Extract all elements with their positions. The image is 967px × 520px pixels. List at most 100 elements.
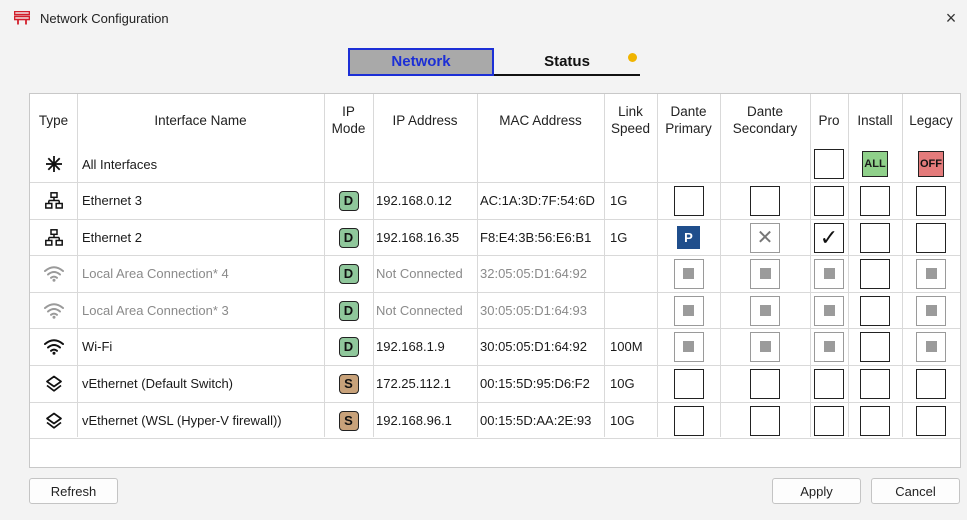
ip-mode-cell: S — [324, 365, 373, 402]
all-legacy-cell: OFF — [902, 146, 960, 182]
column-header-legacy: Legacy — [909, 112, 953, 128]
legacy-checkbox — [916, 331, 946, 362]
dante-primary-cell — [657, 182, 720, 219]
cancel-button[interactable]: Cancel — [871, 478, 960, 504]
primary-selected-badge: P — [677, 226, 700, 249]
ip-mode-cell: D — [324, 219, 373, 256]
dante-secondary-cell — [720, 365, 810, 402]
link-speed: 1G — [610, 193, 628, 208]
legacy-cell — [902, 255, 960, 292]
dante-secondary-checkbox[interactable] — [750, 405, 780, 436]
dante-primary-checkbox — [673, 331, 704, 362]
ethernet-icon — [30, 182, 77, 219]
pro-checkbox[interactable] — [814, 185, 844, 216]
legacy-off-button[interactable]: OFF — [918, 151, 944, 177]
legacy-cell — [902, 182, 960, 219]
wifi-icon — [30, 255, 77, 292]
legacy-checkbox[interactable] — [916, 405, 946, 436]
disabled-indicator — [925, 268, 937, 279]
link-speed: 100M — [610, 339, 643, 354]
dhcp-mode-badge[interactable]: D — [338, 227, 359, 248]
column-header-dante-secondary: Dante Secondary — [732, 104, 798, 136]
disabled-indicator — [823, 305, 835, 316]
legacy-checkbox — [916, 295, 946, 326]
dante-secondary-checkbox — [750, 295, 780, 326]
mac-address: 00:15:5D:AA:2E:93 — [480, 413, 592, 428]
interface-name: vEthernet (Default Switch) — [82, 376, 234, 391]
dante-secondary-checkbox[interactable] — [750, 368, 780, 399]
ip-mode-cell: D — [324, 255, 373, 292]
dhcp-mode-badge[interactable]: D — [338, 263, 359, 284]
ip-address: 192.168.96.1 — [376, 413, 452, 428]
title-bar: Network Configuration × — [0, 0, 967, 38]
mac-address: AC:1A:3D:7F:54:6D — [480, 193, 595, 208]
interface-name: Ethernet 2 — [82, 230, 142, 245]
dhcp-mode-badge[interactable]: D — [338, 336, 359, 357]
disabled-indicator — [925, 305, 937, 316]
dante-secondary-checkbox[interactable]: ✕ — [750, 222, 780, 253]
tab-status[interactable]: Status — [494, 48, 640, 76]
legacy-cell — [902, 365, 960, 402]
install-checkbox[interactable] — [860, 405, 890, 436]
install-checkbox[interactable] — [860, 295, 890, 326]
install-checkbox[interactable] — [860, 368, 890, 399]
dhcp-mode-badge[interactable]: D — [338, 300, 359, 321]
legacy-cell — [902, 328, 960, 365]
mac-address: 32:05:05:D1:64:92 — [480, 266, 587, 281]
dante-secondary-checkbox — [750, 331, 780, 362]
legacy-checkbox[interactable] — [916, 185, 946, 216]
dante-secondary-cell — [720, 328, 810, 365]
install-checkbox[interactable] — [860, 222, 890, 253]
all-interfaces-label: All Interfaces — [82, 156, 158, 172]
disabled-indicator — [759, 268, 771, 279]
disabled-indicator — [823, 341, 835, 352]
dante-secondary-checkbox[interactable] — [750, 185, 780, 216]
wifi-icon — [30, 328, 77, 365]
static-mode-badge[interactable]: S — [338, 373, 359, 394]
pro-checkbox[interactable] — [814, 405, 844, 436]
ip-mode-cell: D — [324, 182, 373, 219]
link-speed: 10G — [610, 376, 635, 391]
install-checkbox[interactable] — [860, 258, 890, 289]
static-mode-badge[interactable]: S — [338, 410, 359, 431]
dante-secondary-cell — [720, 182, 810, 219]
dante-primary-checkbox[interactable] — [673, 368, 704, 399]
dante-primary-checkbox[interactable] — [673, 185, 704, 216]
refresh-button[interactable]: Refresh — [29, 478, 118, 504]
install-cell — [848, 182, 902, 219]
pro-checkbox[interactable]: ✓ — [814, 222, 844, 253]
disabled-indicator — [759, 341, 771, 352]
ethernet-icon — [30, 219, 77, 256]
install-cell — [848, 365, 902, 402]
dhcp-mode-badge[interactable]: D — [338, 190, 359, 211]
install-checkbox[interactable] — [860, 185, 890, 216]
pro-checkbox — [814, 258, 844, 289]
all-pro-checkbox[interactable] — [814, 149, 844, 179]
pro-cell — [810, 402, 848, 439]
pro-cell — [810, 328, 848, 365]
link-speed — [604, 292, 657, 329]
ip-mode-cell: S — [324, 402, 373, 439]
dante-primary-checkbox — [673, 295, 704, 326]
ip-address: 172.25.112.1 — [376, 376, 451, 391]
tab-network[interactable]: Network — [348, 48, 494, 76]
legacy-checkbox[interactable] — [916, 368, 946, 399]
column-header-ip-address: IP Address — [392, 112, 458, 128]
apply-button[interactable]: Apply — [772, 478, 861, 504]
close-icon[interactable]: × — [941, 8, 961, 28]
pro-checkbox[interactable] — [814, 368, 844, 399]
network-config-app-icon — [13, 10, 31, 25]
ip-address: 192.168.16.35 — [376, 230, 460, 245]
install-cell — [848, 402, 902, 439]
dante-primary-cell — [657, 255, 720, 292]
install-checkbox[interactable] — [860, 331, 890, 362]
install-all-button[interactable]: ALL — [862, 151, 888, 177]
dante-primary-checkbox[interactable]: P — [673, 222, 704, 253]
legacy-cell — [902, 219, 960, 256]
dante-primary-checkbox[interactable] — [673, 405, 704, 436]
vswitch-icon — [30, 402, 77, 439]
legacy-checkbox[interactable] — [916, 222, 946, 253]
legacy-cell — [902, 292, 960, 329]
column-header-name: Interface Name — [154, 112, 247, 128]
ip-address: Not Connected — [376, 303, 463, 318]
